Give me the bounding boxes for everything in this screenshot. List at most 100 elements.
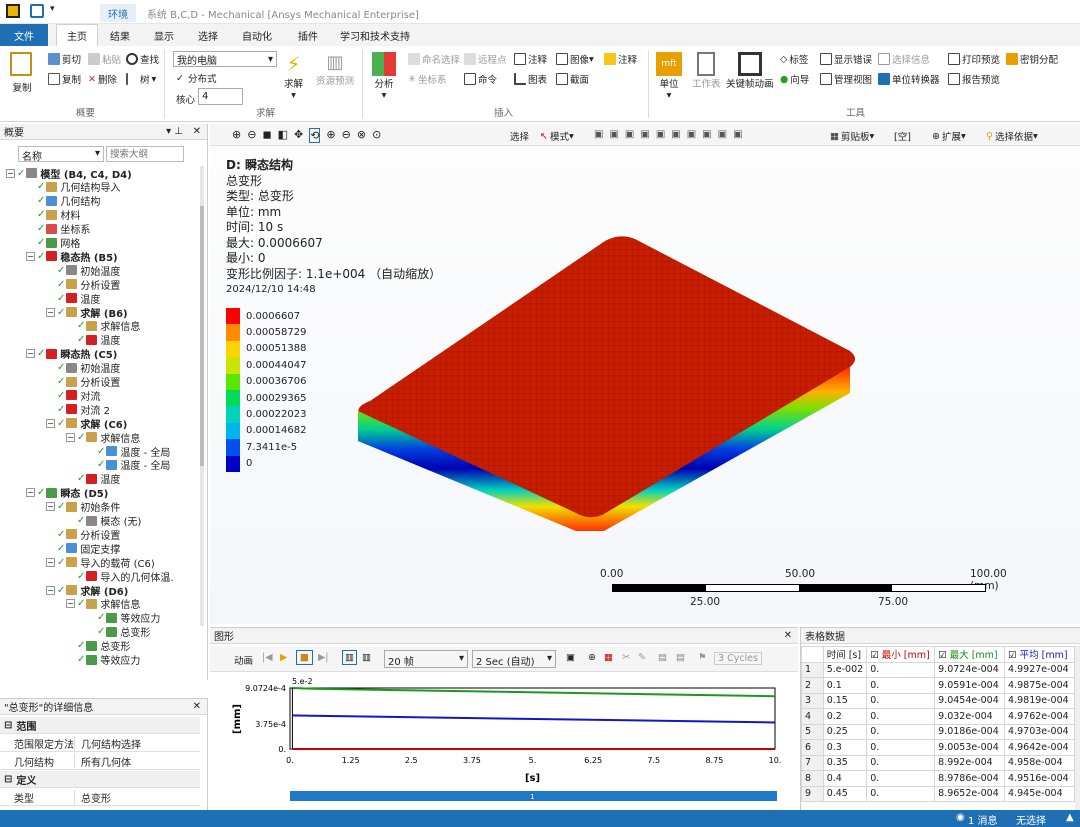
worksheet-button[interactable]: 工作表 (692, 52, 721, 90)
coordinate-system-button[interactable]: ✳ 坐标系 (408, 72, 446, 87)
table-row[interactable]: 8 0.4 0. 8.9786e-004 4.9516e-004 (801, 770, 1075, 787)
tree-node[interactable]: − ✓ 瞬态 (D5) (26, 486, 108, 500)
tree-node[interactable]: ✓ 导入的几何体温. (66, 569, 174, 584)
show-errors-button[interactable]: 显示错误 (820, 52, 872, 66)
details-row-geometry[interactable]: 几何结构 所有几何体 (0, 753, 200, 770)
status-messages[interactable]: 1 消息 (968, 812, 998, 827)
tab-display[interactable]: 显示 (148, 24, 180, 46)
select-more-icon[interactable]: ▣ (733, 129, 742, 140)
table-row[interactable]: 2 0.1 0. 9.0591e-004 4.9875e-004 (801, 677, 1075, 694)
col-time[interactable]: 时间 [s] (822, 646, 868, 663)
details-row-scoping[interactable]: 范围限定方法 几何结构选择 (0, 735, 200, 752)
zoom-all-icon[interactable]: ⊙ (372, 128, 381, 143)
section-button[interactable]: 截面 (556, 72, 589, 86)
fit2-icon[interactable]: ▤ (676, 652, 685, 663)
tree-node[interactable]: − ✓ 稳态热 (B5) (26, 249, 118, 264)
table-row[interactable]: 6 0.3 0. 9.0053e-004 4.9642e-004 (801, 739, 1075, 756)
graph-chart[interactable]: 9.0724e-4 3.75e-4 0.0. 1.25 2.5 3.75 5. 6.25 7.5… (210, 674, 798, 811)
cut-button[interactable]: 剪切 (48, 52, 81, 66)
tab-learning[interactable]: 学习和技术支持 (334, 24, 416, 46)
fit-icon[interactable]: ▤ (658, 652, 667, 663)
zoom-box-icon[interactable]: ⊖ (247, 128, 256, 143)
cube-view-icon[interactable]: ◼ (262, 128, 271, 143)
comment-button[interactable]: 注释 (604, 52, 637, 66)
avg-checkbox-icon[interactable]: ☑ (1008, 650, 1017, 661)
details-close-icon[interactable]: ✕ (193, 701, 201, 712)
rewind-icon[interactable]: |◀ (262, 652, 273, 663)
expand-dropdown[interactable]: ⊕ 扩展 ▾ (932, 129, 966, 144)
table-row[interactable]: 7 0.35 0. 8.992e-004 4.958e-004 (801, 754, 1075, 771)
expand-toggle-icon[interactable]: − (26, 488, 35, 498)
tags-button[interactable]: ◇ 标签 (780, 52, 808, 67)
tree-node[interactable]: − ✓ 求解 (D6) (46, 583, 128, 598)
paste-button[interactable]: 复制 (10, 52, 34, 94)
tree-node[interactable]: ✓ 总变形 (86, 625, 150, 639)
tree-node[interactable]: ✓ 坐标系 (26, 222, 90, 236)
tree-node[interactable]: ✓ 对流 2 (46, 402, 110, 417)
annotation-button[interactable]: 注释 (514, 52, 547, 66)
tree-node[interactable]: ✓ 温度 (46, 291, 100, 306)
clipboard-dropdown[interactable]: ▦ 剪贴板 ▾ (830, 129, 874, 144)
tree-node[interactable]: ✓ 温度 (66, 333, 120, 347)
expand-toggle-icon[interactable]: − (46, 502, 55, 512)
zoom-graph-icon[interactable]: ⊕ (588, 652, 596, 663)
distributed-checkbox[interactable]: ✓ 分布式 (176, 71, 216, 86)
expand-toggle-icon[interactable]: − (46, 307, 55, 317)
tree-node[interactable]: − ✓ 求解 (B6) (46, 305, 128, 320)
table-row[interactable]: 9 0.45 0. 8.9652e-004 4.945e-004 (801, 785, 1075, 802)
expand-toggle-icon[interactable]: − (26, 349, 35, 359)
tree-node[interactable]: − ✓ 求解信息 (66, 430, 140, 445)
expand-toggle-icon[interactable]: − (46, 557, 55, 567)
command-button[interactable]: 命令 (464, 72, 497, 86)
tab-select[interactable]: 选择 (192, 24, 224, 46)
legend-row[interactable]: 0.00058729 (226, 324, 306, 341)
tree-node[interactable]: ✓ 温度 - 全局 (86, 458, 170, 472)
pen-icon[interactable]: ✎ (638, 652, 646, 663)
distributed-frames-icon[interactable]: ▥ (342, 650, 357, 665)
panel-pin-icon[interactable]: ▾ ⊥ (166, 126, 183, 137)
tab-automation[interactable]: 自动化 (236, 24, 278, 46)
zoom-extent-icon[interactable]: ⊗ (357, 128, 366, 143)
color-bar-icon[interactable]: ▦ (604, 652, 613, 663)
cores-input[interactable]: 4 (198, 88, 243, 105)
expand-toggle-icon[interactable]: − (26, 251, 35, 261)
pan-icon[interactable]: ✥ (294, 128, 303, 143)
min-checkbox-icon[interactable]: ☑ (870, 650, 879, 661)
zoom-in-icon[interactable]: ⊕ (326, 128, 335, 143)
stop-icon[interactable]: ■ (296, 650, 313, 665)
manage-views-button[interactable]: 管理视图 (820, 72, 872, 86)
env-context-tab[interactable]: 环境 (100, 4, 136, 22)
outline-name-filter[interactable]: 名称 ▾ (18, 146, 104, 163)
zoom-fit-icon[interactable]: ⊕ (232, 128, 241, 143)
solve-button[interactable]: ⚡ 求解 ▾ (284, 52, 303, 101)
tab-home[interactable]: 主页 (56, 24, 98, 46)
tree-button[interactable]: 树 ▾ (126, 72, 156, 86)
report-preview-button[interactable]: 报告预览 (948, 72, 1000, 86)
select-hidden-icon[interactable]: ▣ (718, 129, 727, 140)
save-icon[interactable] (30, 4, 44, 18)
tree-node[interactable]: ✓ 分析设置 (46, 277, 120, 292)
resource-prediction-button[interactable]: ▥ 资源预测 (316, 52, 354, 87)
tab-results[interactable]: 结果 (104, 24, 136, 46)
tree-node[interactable]: ✓ 总变形 (66, 639, 130, 653)
tree-node[interactable]: ✓ 等效应力 (86, 611, 160, 625)
chart-button[interactable]: 图表 (514, 72, 547, 86)
analysis-button[interactable]: 分析 ▾ (372, 52, 396, 101)
key-assignment-button[interactable]: 密钥分配 (1006, 52, 1058, 66)
col-min[interactable]: ☑ 最小 [mm] (866, 646, 936, 663)
units-button[interactable]: mft 单位 ▾ (656, 52, 682, 101)
keyframe-animation-button[interactable]: 关键帧动画 (726, 52, 774, 90)
copy-button[interactable]: 复制 (48, 72, 81, 86)
tree-node[interactable]: ✓ 几何结构 (26, 194, 100, 208)
details-section-scope[interactable]: ⊟ 范围 (0, 717, 200, 734)
select-extend-icon[interactable]: ▣ (687, 129, 696, 140)
tree-node[interactable]: ✓ 几何结构导入 (26, 180, 120, 194)
select-edge-icon[interactable]: ▣ (609, 129, 618, 140)
paste-small-button[interactable]: 粘贴 (88, 52, 121, 66)
select-node-icon[interactable]: ▣ (656, 129, 665, 140)
contour-legend[interactable]: 0.0006607 0.00058729 0.00051388 0.00044047 0… (226, 308, 306, 472)
forward-icon[interactable]: ▶| (318, 652, 329, 663)
tree-node[interactable]: ✓ 材料 (26, 208, 80, 222)
legend-row[interactable]: 0 (226, 455, 306, 472)
tree-node[interactable]: − ✓ 初始条件 (46, 500, 120, 514)
